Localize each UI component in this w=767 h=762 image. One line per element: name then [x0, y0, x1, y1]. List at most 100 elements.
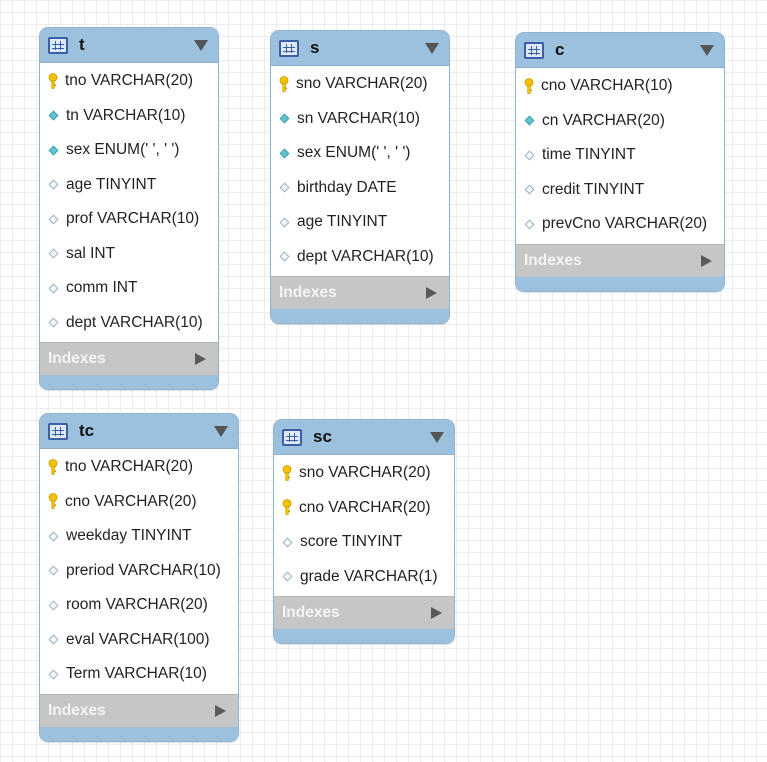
dropdown-arrow-icon[interactable] — [430, 432, 444, 443]
indexes-label: Indexes — [279, 284, 337, 301]
open-diamond-icon — [48, 669, 59, 680]
indexes-section[interactable]: Indexes — [40, 342, 218, 375]
column-row[interactable]: prevCno VARCHAR(20) — [516, 207, 724, 242]
indexes-section[interactable]: Indexes — [40, 693, 238, 727]
key-icon — [282, 464, 292, 482]
column-row[interactable]: cn VARCHAR(20) — [516, 104, 724, 139]
column-row[interactable]: tn VARCHAR(10) — [40, 99, 218, 134]
column-row[interactable]: age TINYINT — [40, 168, 218, 203]
table-card-s[interactable]: s sno VARCHAR(20) sn VARCHAR(10) sex ENUM('… — [270, 30, 450, 324]
column-label: score TINYINT — [300, 533, 403, 551]
column-row[interactable]: sex ENUM(' ', ' ') — [271, 136, 449, 171]
column-row[interactable]: room VARCHAR(20) — [40, 588, 238, 623]
column-row[interactable]: sno VARCHAR(20) — [274, 456, 454, 491]
indexes-section[interactable]: Indexes — [274, 596, 454, 629]
column-label: tno VARCHAR(20) — [65, 72, 194, 90]
open-diamond-icon — [279, 251, 290, 262]
table-header[interactable]: sc — [274, 420, 454, 455]
table-title: tc — [79, 421, 95, 440]
column-label: comm INT — [66, 279, 138, 297]
table-header[interactable]: tc — [40, 414, 238, 449]
table-footer — [274, 629, 454, 643]
table-card-t[interactable]: t tno VARCHAR(20) tn VARCHAR(10) sex ENUM('… — [39, 27, 219, 390]
column-label: eval VARCHAR(100) — [66, 630, 210, 648]
column-label: tn VARCHAR(10) — [66, 106, 186, 124]
column-row[interactable]: birthday DATE — [271, 171, 449, 206]
table-footer — [516, 276, 724, 291]
column-row[interactable]: prof VARCHAR(10) — [40, 202, 218, 237]
column-row[interactable]: comm INT — [40, 271, 218, 306]
column-label: tno VARCHAR(20) — [65, 458, 194, 476]
key-icon — [524, 77, 534, 95]
column-row[interactable]: cno VARCHAR(20) — [274, 491, 454, 526]
column-row[interactable]: cno VARCHAR(20) — [40, 485, 238, 520]
dropdown-arrow-icon[interactable] — [700, 45, 714, 56]
column-row[interactable]: cno VARCHAR(10) — [516, 69, 724, 104]
expand-arrow-icon[interactable] — [195, 353, 206, 365]
column-row[interactable]: sno VARCHAR(20) — [271, 67, 449, 102]
column-row[interactable]: preriod VARCHAR(10) — [40, 554, 238, 589]
column-row[interactable]: age TINYINT — [271, 205, 449, 240]
table-card-c[interactable]: c cno VARCHAR(10) cn VARCHAR(20) time TINYI… — [515, 32, 725, 292]
column-row[interactable]: credit TINYINT — [516, 173, 724, 208]
table-header[interactable]: c — [516, 33, 724, 68]
column-label: Term VARCHAR(10) — [66, 665, 207, 683]
column-row[interactable]: grade VARCHAR(1) — [274, 560, 454, 595]
column-row[interactable]: dept VARCHAR(10) — [271, 240, 449, 275]
column-label: credit TINYINT — [542, 180, 645, 198]
table-card-sc[interactable]: sc sno VARCHAR(20) cno VARCHAR(20) score TI… — [273, 419, 455, 644]
column-label: weekday TINYINT — [66, 527, 192, 545]
column-row[interactable]: sn VARCHAR(10) — [271, 102, 449, 137]
column-row[interactable]: dept VARCHAR(10) — [40, 306, 218, 341]
indexes-section[interactable]: Indexes — [516, 243, 724, 277]
dropdown-arrow-icon[interactable] — [214, 426, 228, 437]
expand-arrow-icon[interactable] — [701, 254, 712, 267]
column-label: prof VARCHAR(10) — [66, 210, 200, 228]
filled-diamond-icon — [279, 148, 290, 159]
table-title: c — [555, 40, 565, 59]
key-icon — [48, 72, 58, 90]
open-diamond-icon — [48, 565, 59, 576]
column-list: sno VARCHAR(20) cno VARCHAR(20) score TINY… — [274, 455, 454, 596]
table-header[interactable]: s — [271, 31, 449, 66]
table-icon — [279, 39, 299, 57]
open-diamond-icon — [48, 600, 59, 611]
column-row[interactable]: score TINYINT — [274, 525, 454, 560]
open-diamond-icon — [48, 531, 59, 542]
key-icon — [282, 499, 292, 516]
column-row[interactable]: Term VARCHAR(10) — [40, 657, 238, 692]
key-icon — [48, 493, 58, 510]
column-label: prevCno VARCHAR(20) — [542, 215, 708, 233]
column-label: sn VARCHAR(10) — [297, 109, 420, 127]
column-row[interactable]: time TINYINT — [516, 138, 724, 173]
table-card-tc[interactable]: tc tno VARCHAR(20) cno VARCHAR(20) weekday … — [39, 413, 239, 742]
open-diamond-icon — [48, 179, 59, 190]
dropdown-arrow-icon[interactable] — [425, 43, 439, 54]
table-icon — [282, 428, 302, 446]
open-diamond-icon — [48, 283, 59, 294]
open-diamond-icon — [524, 184, 535, 195]
table-title: sc — [313, 427, 332, 446]
expand-arrow-icon[interactable] — [426, 287, 437, 299]
column-row[interactable]: sal INT — [40, 237, 218, 272]
expand-arrow-icon[interactable] — [215, 704, 226, 717]
dropdown-arrow-icon[interactable] — [194, 40, 208, 51]
column-row[interactable]: tno VARCHAR(20) — [40, 450, 238, 485]
column-row[interactable]: tno VARCHAR(20) — [40, 64, 218, 99]
indexes-section[interactable]: Indexes — [271, 276, 449, 309]
filled-diamond-icon — [48, 145, 59, 156]
table-title: s — [310, 38, 320, 57]
open-diamond-icon — [524, 219, 535, 230]
table-header[interactable]: t — [40, 28, 218, 63]
column-row[interactable]: sex ENUM(' ', ' ') — [40, 133, 218, 168]
open-diamond-icon — [279, 182, 290, 193]
column-label: sex ENUM(' ', ' ') — [297, 144, 411, 162]
expand-arrow-icon[interactable] — [431, 607, 442, 619]
column-row[interactable]: eval VARCHAR(100) — [40, 623, 238, 658]
column-row[interactable]: weekday TINYINT — [40, 519, 238, 554]
open-diamond-icon — [282, 571, 293, 582]
table-icon — [48, 422, 68, 440]
column-label: dept VARCHAR(10) — [66, 313, 203, 331]
indexes-label: Indexes — [282, 604, 340, 621]
table-footer — [40, 726, 238, 741]
